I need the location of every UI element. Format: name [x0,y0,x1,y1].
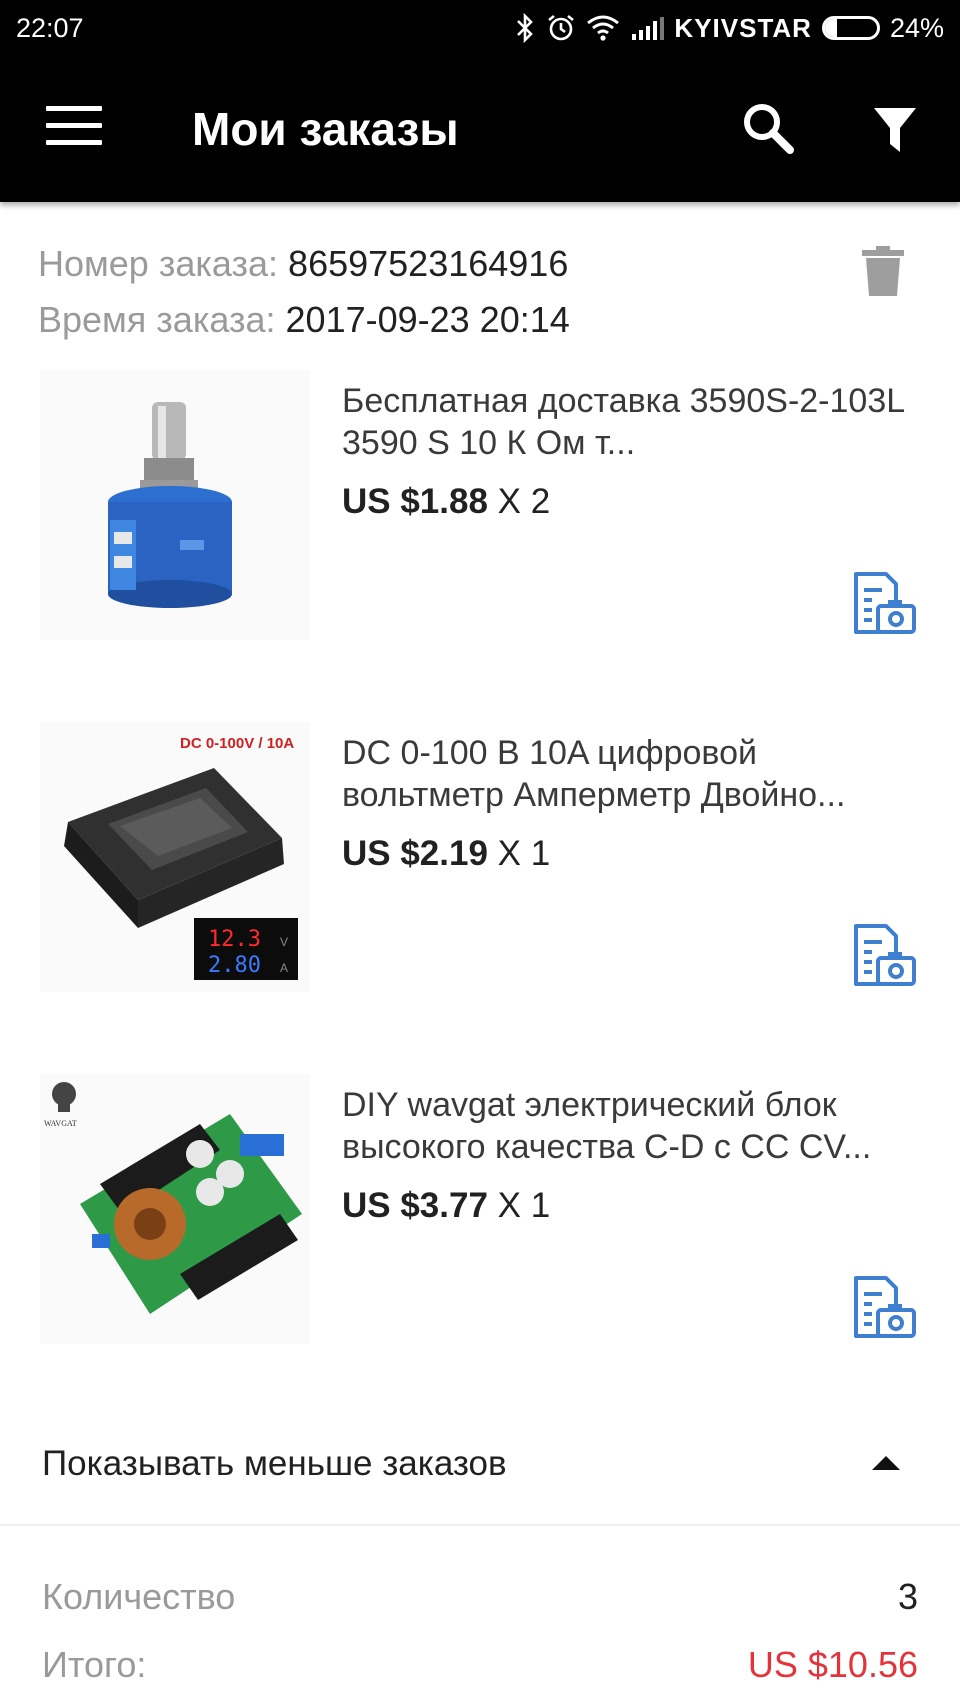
display-top-value: 12.3 [208,927,261,952]
summary-qty-row: Количество 3 [42,1576,918,1618]
order-time: 2017-09-23 20:14 [285,299,570,340]
product-price-row: US $2.19 X 1 [342,834,550,874]
product-price: US $2.19 [342,834,488,873]
divider [0,1524,960,1526]
order-number-row: Номер заказа: 86597523164916 [38,236,570,292]
photo-review-icon[interactable] [852,572,916,636]
product-price-row: US $1.88 X 2 [342,482,550,522]
battery-level [824,19,838,37]
product-price: US $3.77 [342,1186,488,1225]
photo-review-icon[interactable] [852,1276,916,1340]
order-item[interactable]: DC 0-100V / 10A 12.3 V 2.80 A DC 0-100 В… [0,722,960,1002]
product-image-potentiometer[interactable] [40,370,310,640]
product-price-row: US $3.77 X 1 [342,1186,550,1226]
order-number: 86597523164916 [288,243,569,284]
display-bottom-unit: A [280,961,288,975]
battery-percent: 24% [889,12,944,43]
battery-icon [821,16,880,40]
product-image-voltmeter[interactable]: DC 0-100V / 10A 12.3 V 2.80 A [40,722,310,992]
order-number-label: Номер заказа: [38,243,279,284]
display-top-unit: V [280,935,288,949]
product-image-converter-board[interactable]: WAVGAT [40,1074,310,1344]
alarm-icon [548,14,575,41]
page-title: Мои заказы [192,103,459,155]
app-toolbar: Мои заказы [0,56,960,202]
status-time: 22:07 [16,12,84,43]
product-qty: X 2 [497,482,551,521]
order-time-row: Время заказа: 2017-09-23 20:14 [38,292,570,348]
status-icons: KYIVSTAR 24% [514,13,944,44]
summary-total-value: US $10.56 [747,1644,918,1685]
product-price: US $1.88 [342,482,488,521]
image-caption: DC 0-100V / 10A [180,735,294,752]
summary-total-row: Итого: US $10.56 [42,1644,918,1686]
search-icon[interactable] [740,100,796,156]
signal-icon [632,17,665,40]
status-bar: 22:07 KYIVSTAR 24% [0,0,960,56]
menu-button[interactable] [46,106,102,148]
product-title[interactable]: DC 0-100 В 10A цифровой вольтметр Амперм… [342,732,922,816]
summary-qty-label: Количество [42,1576,236,1617]
order-item[interactable]: Бесплатная доставка 3590S-2-103L 3590 S … [0,370,960,650]
order-item[interactable]: WAVGAT DIY wavgat электрический блок выс… [0,1074,960,1354]
brand-logo: WAVGAT [44,1119,77,1128]
product-title[interactable]: Бесплатная доставка 3590S-2-103L 3590 S … [342,380,922,464]
summary-qty-value: 3 [897,1576,918,1617]
bluetooth-icon [517,13,534,43]
photo-review-icon[interactable] [852,924,916,988]
toggle-label: Показывать меньше заказов [42,1444,507,1483]
filter-icon[interactable] [872,104,918,156]
summary-total-label: Итого: [42,1644,147,1685]
order-header: Номер заказа: 86597523164916 Время заказ… [38,236,570,348]
carrier-name: KYIVSTAR [674,12,812,43]
product-qty: X 1 [497,1186,551,1225]
trash-icon[interactable] [862,246,904,296]
chevron-up-icon [872,1456,900,1470]
order-time-label: Время заказа: [38,299,276,340]
wifi-icon [587,15,620,41]
display-bottom-value: 2.80 [208,953,261,978]
show-fewer-orders-toggle[interactable]: Показывать меньше заказов [0,1412,960,1524]
product-title[interactable]: DIY wavgat электрический блок высокого к… [342,1084,922,1168]
product-qty: X 1 [497,834,551,873]
menu-icon [46,106,102,111]
